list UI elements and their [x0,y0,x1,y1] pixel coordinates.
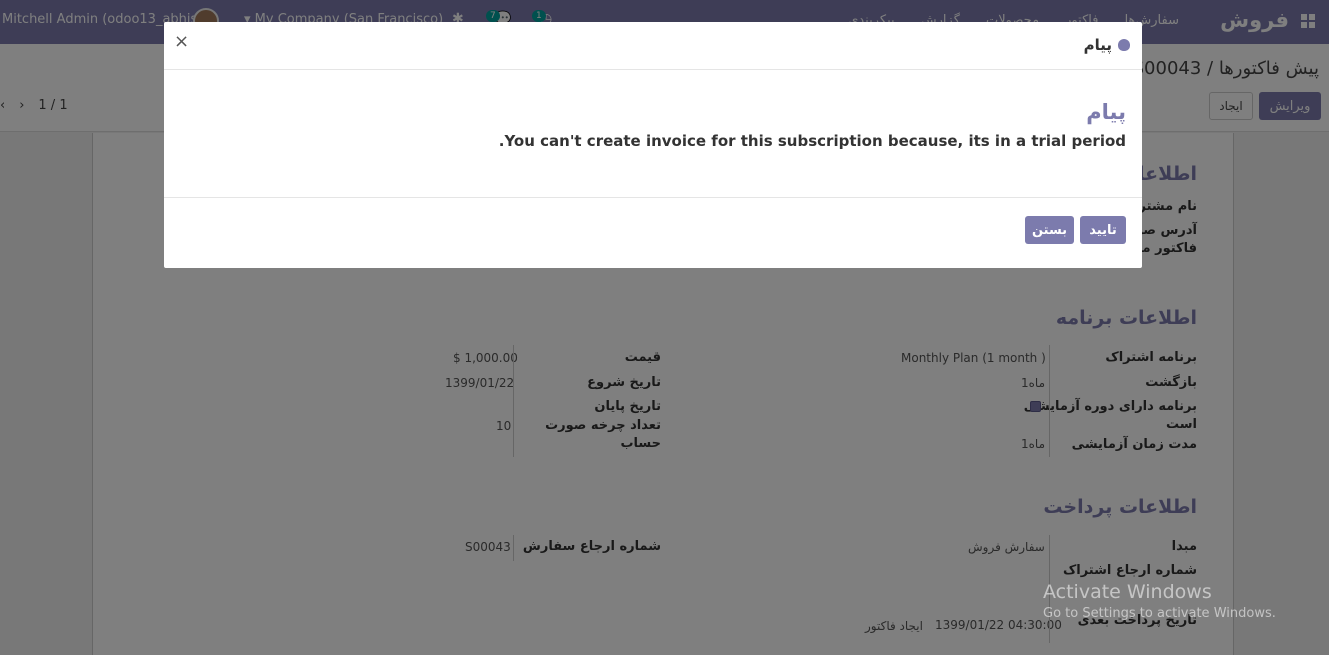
message-heading: پیام [1086,100,1126,124]
activate-windows-hint: Go to Settings to activate Windows. [1043,606,1276,621]
dialog-title: پیام [1084,36,1130,54]
message-text: You can't create invoice for this subscr… [498,132,1126,150]
close-button[interactable]: بستن [1025,216,1074,244]
close-icon[interactable]: × [174,31,189,52]
bug-icon [1118,39,1130,51]
confirm-button[interactable]: تایید [1080,216,1126,244]
message-dialog: پیام × پیام You can't create invoice for… [164,22,1142,268]
dialog-title-text: پیام [1083,36,1112,54]
dialog-body: پیام You can't create invoice for this s… [164,70,1142,198]
activate-windows-watermark: Activate Windows [1043,581,1212,603]
dialog-header: پیام × [164,22,1142,70]
